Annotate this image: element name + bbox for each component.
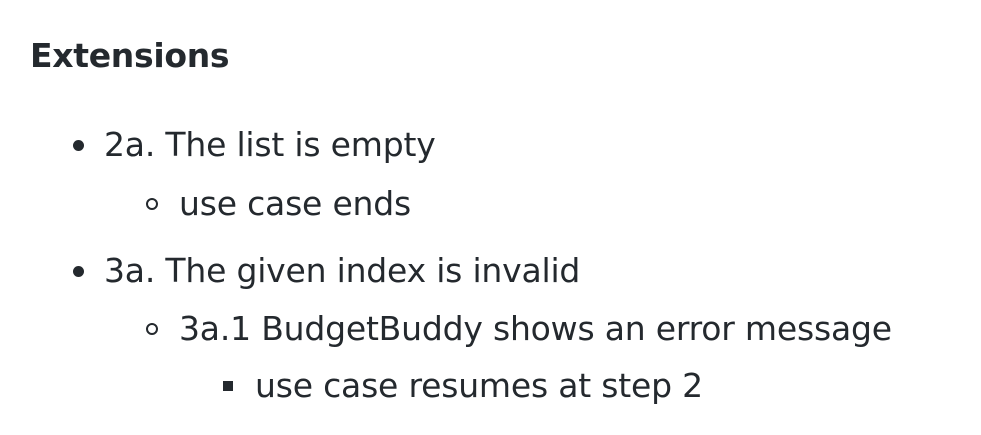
bullet-disc-icon bbox=[73, 140, 84, 151]
list-item: 3a. The given index is invalid bbox=[104, 251, 581, 290]
list-item: 3a.1 BudgetBuddy shows an error message bbox=[179, 309, 892, 348]
section-heading: Extensions bbox=[30, 36, 230, 75]
list-item: 2a. The list is empty bbox=[104, 125, 436, 164]
list-item: use case ends bbox=[179, 184, 412, 223]
bullet-circle-icon bbox=[146, 198, 158, 210]
list-item: use case resumes at step 2 bbox=[255, 366, 703, 405]
bullet-circle-icon bbox=[146, 323, 158, 335]
bullet-square-icon bbox=[223, 381, 233, 391]
bullet-disc-icon bbox=[73, 266, 84, 277]
